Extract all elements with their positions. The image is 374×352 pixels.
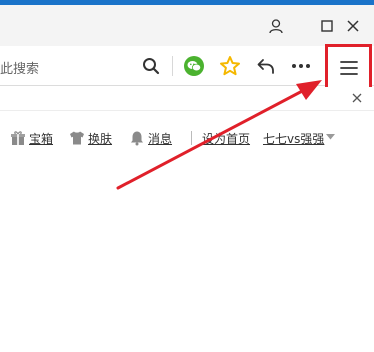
caret-down-icon[interactable] — [326, 134, 335, 140]
undo-button[interactable] — [254, 54, 278, 78]
shirt-icon — [70, 131, 84, 145]
search-icon — [143, 58, 160, 75]
person-icon — [269, 19, 283, 34]
browser-window: 此搜索 宝箱 换肤 消息 设为首页 七七vs强强 — [0, 0, 374, 352]
bell-icon — [131, 131, 143, 146]
menu-icon — [339, 60, 358, 75]
wechat-icon — [184, 56, 204, 76]
messages-link-label: 消息 — [148, 131, 173, 146]
undo-icon — [257, 59, 274, 74]
close-button[interactable] — [342, 15, 364, 37]
notice-close-button[interactable] — [350, 91, 364, 105]
star-icon — [220, 56, 240, 76]
messages-link[interactable]: 消息 — [129, 128, 172, 148]
favorites-button[interactable] — [218, 54, 242, 78]
set-homepage-label: 设为首页 — [202, 131, 251, 146]
title-bar — [0, 5, 374, 46]
toolbar: 此搜索 — [0, 46, 374, 86]
skin-link-label: 换肤 — [88, 131, 113, 146]
square-icon — [321, 20, 333, 32]
search-button[interactable] — [139, 54, 163, 78]
more-button[interactable] — [289, 54, 313, 78]
toolbar-divider — [172, 56, 173, 76]
gift-icon — [11, 131, 25, 145]
set-homepage-link[interactable]: 设为首页 — [202, 128, 250, 148]
search-text[interactable]: 此搜索 — [0, 58, 39, 77]
account-button[interactable] — [265, 15, 287, 37]
more-icon — [292, 64, 310, 68]
links-separator — [191, 131, 192, 145]
treasure-link-label: 宝箱 — [29, 131, 54, 146]
main-menu-button[interactable] — [325, 44, 372, 91]
skin-link[interactable]: 换肤 — [69, 128, 112, 148]
treasure-link[interactable]: 宝箱 — [10, 128, 53, 148]
x-icon — [347, 20, 359, 32]
maximize-button[interactable] — [316, 15, 338, 37]
close-icon — [352, 93, 362, 103]
homepage-links: 宝箱 换肤 消息 设为首页 七七vs强强 — [0, 128, 374, 148]
user-name-label: 七七vs强强 — [263, 131, 325, 146]
notice-bar — [0, 87, 374, 111]
user-link[interactable]: 七七vs强强 — [263, 128, 324, 148]
wechat-button[interactable] — [182, 54, 206, 78]
